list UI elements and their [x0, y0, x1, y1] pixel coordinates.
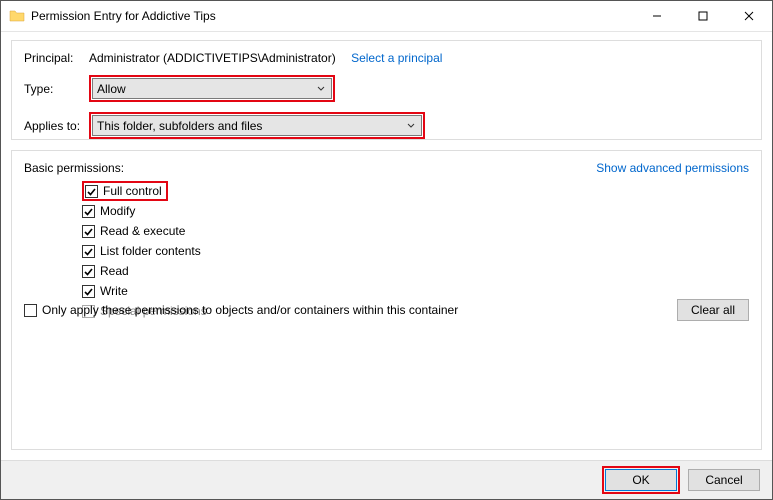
- write-checkbox[interactable]: [82, 285, 95, 298]
- list-folder-label: List folder contents: [100, 244, 201, 258]
- select-principal-link[interactable]: Select a principal: [351, 51, 442, 65]
- window-title: Permission Entry for Addictive Tips: [31, 9, 216, 23]
- show-advanced-link[interactable]: Show advanced permissions: [596, 161, 749, 175]
- applies-to-label: Applies to:: [24, 119, 89, 133]
- full-control-label: Full control: [103, 184, 162, 198]
- applies-to-value: This folder, subfolders and files: [97, 119, 405, 133]
- clear-all-button[interactable]: Clear all: [677, 299, 749, 321]
- list-folder-checkbox[interactable]: [82, 245, 95, 258]
- chevron-down-icon: [405, 122, 417, 130]
- title-bar: Permission Entry for Addictive Tips: [1, 1, 772, 32]
- modify-label: Modify: [100, 204, 135, 218]
- close-button[interactable]: [726, 1, 772, 31]
- permission-entry-window: Permission Entry for Addictive Tips Prin…: [0, 0, 773, 500]
- principal-label: Principal:: [24, 51, 89, 65]
- object-group: Principal: Administrator (ADDICTIVETIPS\…: [11, 40, 762, 140]
- type-select[interactable]: Allow: [92, 78, 332, 99]
- full-control-checkbox[interactable]: [85, 185, 98, 198]
- window-controls: [634, 1, 772, 31]
- type-label: Type:: [24, 82, 89, 96]
- dialog-footer: OK Cancel: [1, 460, 772, 499]
- principal-value: Administrator (ADDICTIVETIPS\Administrat…: [89, 51, 336, 65]
- type-row: Type: Allow: [24, 75, 749, 102]
- read-label: Read: [100, 264, 129, 278]
- chevron-down-icon: [315, 85, 327, 93]
- read-execute-checkbox[interactable]: [82, 225, 95, 238]
- permissions-list: Full control Modify Read & execute: [82, 181, 749, 321]
- only-apply-label: Only apply these permissions to objects …: [42, 303, 458, 317]
- only-apply-row: Only apply these permissions to objects …: [24, 303, 458, 317]
- type-select-value: Allow: [97, 82, 315, 96]
- modify-checkbox[interactable]: [82, 205, 95, 218]
- cancel-button[interactable]: Cancel: [688, 469, 760, 491]
- folder-icon: [9, 8, 25, 24]
- read-execute-label: Read & execute: [100, 224, 185, 238]
- applies-to-select[interactable]: This folder, subfolders and files: [92, 115, 422, 136]
- minimize-button[interactable]: [634, 1, 680, 31]
- principal-row: Principal: Administrator (ADDICTIVETIPS\…: [24, 51, 749, 65]
- write-label: Write: [100, 284, 128, 298]
- ok-button[interactable]: OK: [605, 469, 677, 491]
- only-apply-checkbox[interactable]: [24, 304, 37, 317]
- maximize-button[interactable]: [680, 1, 726, 31]
- permissions-group: Basic permissions: Show advanced permiss…: [11, 150, 762, 450]
- applies-to-row: Applies to: This folder, subfolders and …: [24, 112, 749, 139]
- read-checkbox[interactable]: [82, 265, 95, 278]
- content-area: Principal: Administrator (ADDICTIVETIPS\…: [1, 32, 772, 460]
